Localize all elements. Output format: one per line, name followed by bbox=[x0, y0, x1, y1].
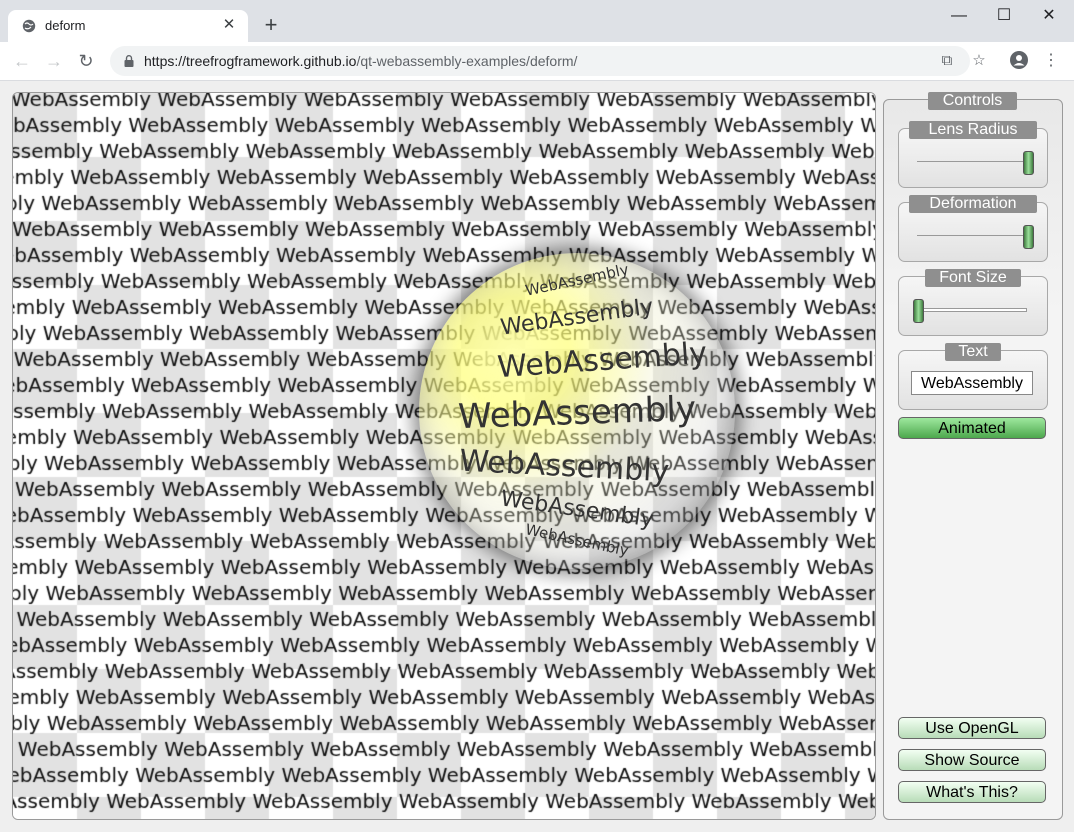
url-text: https://treefrogframework.github.io/qt-w… bbox=[144, 53, 577, 69]
lens-radius-track[interactable] bbox=[917, 161, 1027, 162]
url-path: /qt-webassembly-examples/deform/ bbox=[356, 53, 578, 69]
maximize-icon[interactable]: ☐ bbox=[981, 4, 1027, 28]
translate-icon[interactable]: ⧉ bbox=[936, 50, 958, 72]
account-icon[interactable] bbox=[1008, 50, 1030, 72]
browser-tab[interactable]: deform ✕ bbox=[8, 10, 248, 42]
animated-button[interactable]: Animated bbox=[898, 417, 1046, 439]
text-input[interactable]: WebAssembly bbox=[911, 371, 1033, 395]
lens-radius-group: Lens Radius bbox=[898, 121, 1048, 188]
use-opengl-button[interactable]: Use OpenGL bbox=[898, 717, 1046, 739]
kebab-menu-icon[interactable]: ⋮ bbox=[1040, 50, 1062, 72]
controls-panel: Controls Lens Radius Deformation Font Si… bbox=[883, 92, 1063, 820]
deformation-group: Deformation bbox=[898, 195, 1048, 262]
reload-icon[interactable]: ↻ bbox=[73, 48, 99, 74]
browser-toolbar: ← → ↻ https://treefrogframework.github.i… bbox=[0, 42, 1074, 81]
text-group: Text WebAssembly bbox=[898, 343, 1048, 410]
deformation-track[interactable] bbox=[917, 235, 1027, 236]
tab-strip: deform ✕ + — ☐ ✕ bbox=[0, 0, 1074, 42]
controls-title: Controls bbox=[928, 92, 1017, 110]
address-bar[interactable]: https://treefrogframework.github.io/qt-w… bbox=[110, 46, 986, 76]
lock-icon bbox=[124, 55, 134, 67]
globe-icon bbox=[22, 19, 36, 33]
deform-view[interactable]: WebAssembly WebAssembly WebAssembly WebA… bbox=[12, 92, 876, 820]
text-label: Text bbox=[945, 343, 1001, 361]
font-size-handle[interactable] bbox=[913, 299, 924, 323]
deformation-handle[interactable] bbox=[1023, 225, 1034, 249]
show-source-button[interactable]: Show Source bbox=[898, 749, 1046, 771]
font-size-label: Font Size bbox=[925, 269, 1021, 287]
font-size-group: Font Size bbox=[898, 269, 1048, 336]
page-content: WebAssembly WebAssembly WebAssembly WebA… bbox=[0, 81, 1074, 832]
forward-arrow-icon[interactable]: → bbox=[41, 48, 67, 74]
account-glyph bbox=[1010, 51, 1028, 69]
whats-this-button[interactable]: What's This? bbox=[898, 781, 1046, 803]
lens-radius-handle[interactable] bbox=[1023, 151, 1034, 175]
back-arrow-icon[interactable]: ← bbox=[9, 48, 35, 74]
minimize-icon[interactable]: — bbox=[936, 4, 982, 28]
deformation-label: Deformation bbox=[909, 195, 1037, 213]
lens-radius-label: Lens Radius bbox=[909, 121, 1037, 139]
url-host: https://treefrogframework.github.io bbox=[144, 53, 357, 69]
tab-title: deform bbox=[45, 18, 86, 33]
tab-close-icon[interactable]: ✕ bbox=[218, 14, 240, 36]
font-size-track[interactable] bbox=[917, 308, 1027, 312]
star-icon[interactable]: ☆ bbox=[968, 50, 990, 72]
magnifier-lens[interactable]: WebAssembly WebAssembly WebAssembly WebA… bbox=[419, 253, 735, 569]
new-tab-button[interactable]: + bbox=[259, 13, 283, 37]
lens-text-row: WebAssembly bbox=[457, 388, 697, 438]
window-close-icon[interactable]: ✕ bbox=[1026, 4, 1072, 28]
